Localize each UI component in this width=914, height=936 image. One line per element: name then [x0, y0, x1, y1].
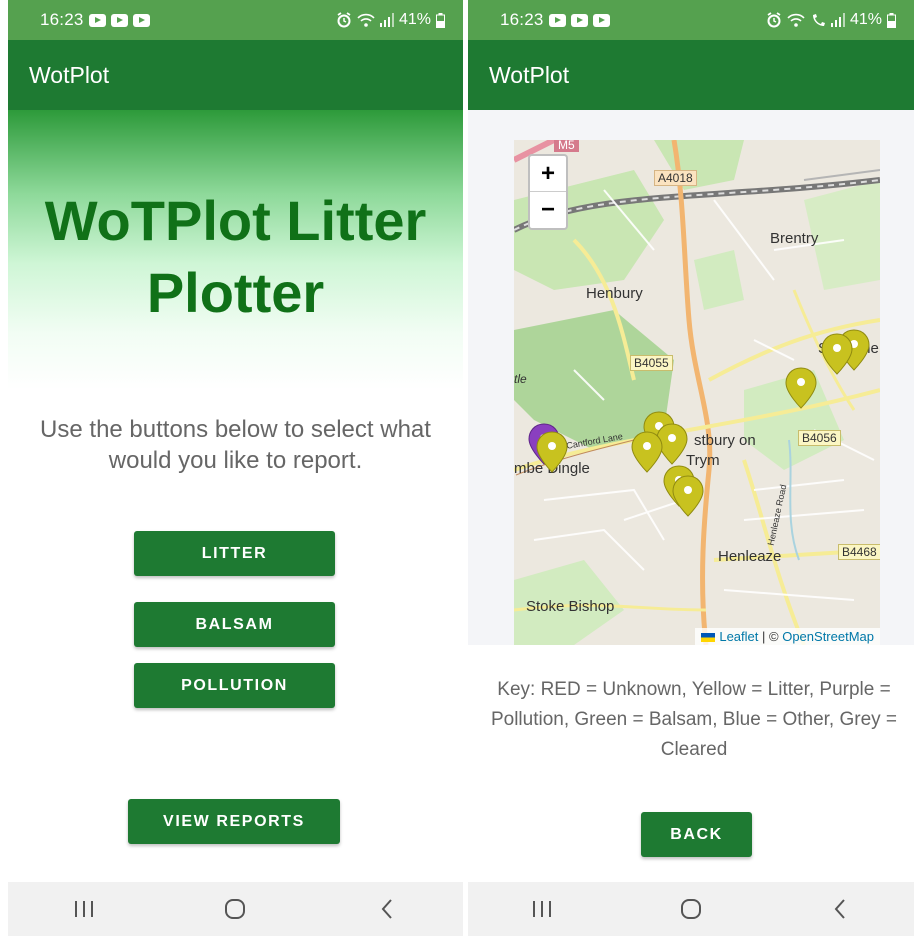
pollution-button[interactable]: POLLUTION — [134, 663, 335, 708]
phone-screen-home: 16:23 41% WotPlot WoTPlot Litter Plotter… — [8, 0, 463, 936]
back-arrow-icon — [834, 899, 845, 919]
youtube-notification-icon — [110, 13, 128, 27]
status-time: 16:23 — [500, 10, 544, 29]
wifi-calling-icon — [812, 13, 825, 26]
app-title: WotPlot — [489, 61, 570, 88]
leaflet-map[interactable]: M5 A4018 Brentry Henbury B4055 tle Cantf… — [514, 140, 880, 645]
litter-marker[interactable] — [785, 367, 817, 409]
back-nav-button[interactable] — [810, 889, 870, 929]
system-nav-bar — [8, 882, 463, 936]
battery-percent: 41% — [398, 11, 431, 28]
back-arrow-icon — [381, 899, 392, 919]
home-icon — [680, 899, 701, 919]
map-attribution: Leaflet | © OpenStreetMap — [695, 628, 880, 645]
marker-color-key: Key: RED = Unknown, Yellow = Litter, Pur… — [490, 679, 898, 760]
status-time: 16:23 — [40, 10, 84, 29]
view-reports-button[interactable]: VIEW REPORTS — [128, 799, 340, 844]
battery-icon — [887, 12, 896, 28]
youtube-notification-icon — [548, 13, 566, 27]
battery-icon — [436, 12, 445, 28]
signal-icon — [830, 13, 845, 27]
litter-marker[interactable] — [536, 431, 568, 473]
zoom-out-button[interactable]: − — [530, 192, 566, 228]
youtube-notification-icon — [570, 13, 588, 27]
system-nav-bar — [468, 882, 914, 936]
back-nav-button[interactable] — [357, 889, 417, 929]
home-icon — [225, 899, 246, 919]
signal-icon — [379, 13, 394, 27]
page-title: WoTPlot Litter Plotter — [44, 189, 427, 324]
alarm-icon — [767, 12, 781, 28]
status-bar: 16:23 41% — [468, 0, 914, 40]
recents-icon — [533, 901, 552, 917]
status-icons: 41% — [766, 11, 896, 29]
ukraine-flag-icon — [701, 633, 716, 643]
litter-button[interactable]: LITTER — [134, 531, 335, 576]
youtube-notification-icon — [592, 13, 610, 27]
status-icons: 41% — [336, 11, 445, 29]
home-button[interactable] — [205, 889, 265, 929]
zoom-control: + − — [528, 154, 568, 230]
app-title: WotPlot — [29, 61, 110, 88]
app-bar: WotPlot — [8, 40, 463, 110]
back-button[interactable]: BACK — [641, 812, 752, 857]
recent-apps-button[interactable] — [54, 889, 114, 929]
report-markers — [528, 329, 870, 517]
attribution-separator: | © — [762, 629, 779, 644]
balsam-button[interactable]: BALSAM — [134, 602, 335, 647]
litter-marker[interactable] — [631, 431, 663, 473]
alarm-icon — [337, 12, 351, 28]
instructions-text: Use the buttons below to select what wou… — [40, 416, 431, 474]
litter-marker[interactable] — [821, 333, 853, 375]
map-container: M5 A4018 Brentry Henbury B4055 tle Cantf… — [468, 110, 914, 645]
home-button[interactable] — [661, 889, 721, 929]
recent-apps-button[interactable] — [512, 889, 572, 929]
app-bar: WotPlot — [468, 40, 914, 110]
zoom-in-button[interactable]: + — [530, 156, 566, 192]
wifi-icon — [357, 13, 375, 27]
youtube-notification-icon — [132, 13, 150, 27]
youtube-notification-icon — [88, 13, 106, 27]
phone-screen-map: 16:23 41% WotPlot M5 A4018 Brentry Henbu… — [468, 0, 914, 936]
openstreetmap-link[interactable]: OpenStreetMap — [782, 629, 874, 644]
battery-percent: 41% — [849, 11, 882, 28]
wifi-icon — [787, 13, 805, 27]
recents-icon — [74, 901, 93, 917]
litter-marker[interactable] — [672, 475, 704, 517]
status-bar: 16:23 41% — [8, 0, 463, 40]
leaflet-link[interactable]: Leaflet — [719, 629, 758, 644]
